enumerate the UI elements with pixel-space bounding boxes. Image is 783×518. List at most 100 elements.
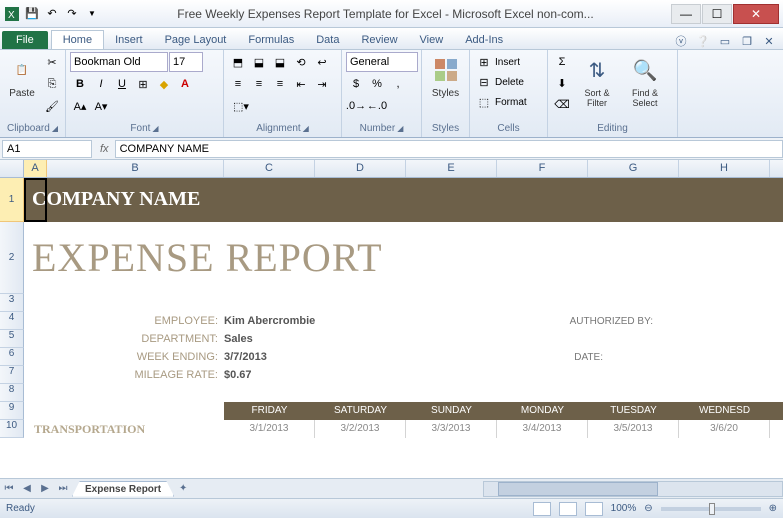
format-painter-button[interactable]: 🖌: [42, 96, 62, 116]
tab-view[interactable]: View: [409, 31, 455, 49]
col-e[interactable]: E: [406, 160, 497, 177]
minimize-button[interactable]: —: [671, 4, 701, 24]
select-all-corner[interactable]: [0, 160, 24, 177]
row-1[interactable]: 1: [0, 178, 24, 222]
mileage-value[interactable]: $0.67: [224, 369, 252, 381]
row-9[interactable]: 9: [0, 402, 24, 420]
company-banner[interactable]: COMPANY NAME: [24, 178, 783, 222]
row-2[interactable]: 2: [0, 222, 24, 294]
italic-button[interactable]: I: [91, 74, 111, 94]
number-launcher-icon[interactable]: ◢: [397, 124, 403, 133]
window-close-icon[interactable]: ✕: [761, 33, 777, 49]
date-2[interactable]: 3/2/2013: [315, 420, 406, 438]
date-3[interactable]: 3/3/2013: [406, 420, 497, 438]
hscroll-thumb[interactable]: [498, 482, 658, 496]
font-family-combo[interactable]: Bookman Old: [70, 52, 168, 72]
date-6[interactable]: 3/6/20: [679, 420, 770, 438]
orientation-button[interactable]: ⟲: [291, 52, 311, 72]
save-icon[interactable]: 💾: [24, 6, 40, 22]
minimize-ribbon-icon[interactable]: ⓥ: [673, 33, 689, 49]
tab-data[interactable]: Data: [305, 31, 350, 49]
autosum-button[interactable]: Σ: [552, 52, 572, 72]
col-g[interactable]: G: [588, 160, 679, 177]
underline-button[interactable]: U: [112, 74, 132, 94]
increase-indent-button[interactable]: ⇥: [312, 74, 332, 94]
decrease-indent-button[interactable]: ⇤: [291, 74, 311, 94]
align-right-button[interactable]: ≡: [270, 74, 290, 94]
format-cells-button[interactable]: ⬚: [474, 92, 494, 112]
date-4[interactable]: 3/4/2013: [497, 420, 588, 438]
find-select-button[interactable]: 🔍 Find & Select: [622, 52, 668, 110]
row-7[interactable]: 7: [0, 366, 24, 384]
cut-button[interactable]: ✂: [42, 52, 62, 72]
close-button[interactable]: ✕: [733, 4, 779, 24]
col-b[interactable]: B: [47, 160, 224, 177]
percent-button[interactable]: %: [367, 74, 387, 94]
merge-button[interactable]: ⬚▾: [228, 96, 254, 116]
day-tue[interactable]: TUESDAY: [588, 402, 679, 420]
undo-icon[interactable]: ↶: [44, 6, 60, 22]
week-value[interactable]: 3/7/2013: [224, 351, 267, 363]
view-pagebreak-button[interactable]: [585, 502, 603, 516]
col-c[interactable]: C: [224, 160, 315, 177]
delete-cells-button[interactable]: ⊟: [474, 72, 494, 92]
row-8[interactable]: 8: [0, 384, 24, 402]
delete-label[interactable]: Delete: [495, 77, 524, 88]
sort-filter-button[interactable]: ⇅ Sort & Filter: [574, 52, 620, 110]
insert-label[interactable]: Insert: [495, 57, 520, 68]
window-restore-icon[interactable]: ❐: [739, 33, 755, 49]
tab-addins[interactable]: Add-Ins: [454, 31, 514, 49]
align-top-button[interactable]: ⬒: [228, 52, 248, 72]
align-center-button[interactable]: ≡: [249, 74, 269, 94]
cell-grid[interactable]: COMPANY NAME EXPENSE REPORT EMPLOYEE: Ki…: [24, 178, 783, 438]
redo-icon[interactable]: ↷: [64, 6, 80, 22]
row-10[interactable]: 10: [0, 420, 24, 438]
font-launcher-icon[interactable]: ◢: [152, 124, 158, 133]
copy-button[interactable]: ⎘: [42, 74, 62, 94]
col-h[interactable]: H: [679, 160, 770, 177]
department-value[interactable]: Sales: [224, 333, 253, 345]
format-label[interactable]: Format: [495, 97, 527, 108]
zoom-thumb[interactable]: [709, 503, 715, 515]
sheet-nav-first[interactable]: ⏮: [0, 483, 18, 494]
zoom-out-button[interactable]: ⊖: [644, 503, 652, 514]
horizontal-scrollbar[interactable]: [483, 481, 783, 497]
font-size-combo[interactable]: 17: [169, 52, 203, 72]
sheet-nav-last[interactable]: ⏭: [54, 483, 72, 494]
col-a[interactable]: A: [24, 160, 47, 177]
fx-icon[interactable]: fx: [94, 143, 115, 155]
report-title[interactable]: EXPENSE REPORT: [24, 222, 783, 294]
sheet-tab-expense-report[interactable]: Expense Report: [72, 481, 174, 497]
comma-button[interactable]: ,: [388, 74, 408, 94]
zoom-slider[interactable]: [661, 507, 761, 511]
day-wed[interactable]: WEDNESD: [679, 402, 770, 420]
fill-color-button[interactable]: ◆: [154, 74, 174, 94]
sheet-nav-next[interactable]: ▶: [36, 483, 54, 494]
help-icon[interactable]: ❔: [695, 33, 711, 49]
tab-formulas[interactable]: Formulas: [237, 31, 305, 49]
clipboard-launcher-icon[interactable]: ◢: [52, 124, 58, 133]
date-5[interactable]: 3/5/2013: [588, 420, 679, 438]
zoom-in-button[interactable]: ⊕: [769, 503, 777, 514]
zoom-label[interactable]: 100%: [611, 503, 637, 514]
align-bottom-button[interactable]: ⬓: [270, 52, 290, 72]
align-middle-button[interactable]: ⬓: [249, 52, 269, 72]
tab-page-layout[interactable]: Page Layout: [154, 31, 238, 49]
qat-dropdown-icon[interactable]: ▼: [84, 6, 100, 22]
decrease-decimal-button[interactable]: ←.0: [367, 96, 387, 116]
number-format-combo[interactable]: General: [346, 52, 418, 72]
day-fri[interactable]: FRIDAY: [224, 402, 315, 420]
new-sheet-button[interactable]: ✦: [174, 483, 192, 494]
col-d[interactable]: D: [315, 160, 406, 177]
fill-button[interactable]: ⬇: [552, 73, 572, 93]
row-3[interactable]: 3: [0, 294, 24, 312]
name-box[interactable]: A1: [2, 140, 92, 158]
tab-review[interactable]: Review: [350, 31, 408, 49]
wrap-text-button[interactable]: ↩: [312, 52, 332, 72]
align-left-button[interactable]: ≡: [228, 74, 248, 94]
row-6[interactable]: 6: [0, 348, 24, 366]
worksheet[interactable]: A B C D E F G H 1 2 3 4 5 6 7 8 9 10 COM…: [0, 160, 783, 478]
alignment-launcher-icon[interactable]: ◢: [303, 124, 309, 133]
font-color-button[interactable]: A: [175, 74, 195, 94]
insert-cells-button[interactable]: ⊞: [474, 52, 494, 72]
